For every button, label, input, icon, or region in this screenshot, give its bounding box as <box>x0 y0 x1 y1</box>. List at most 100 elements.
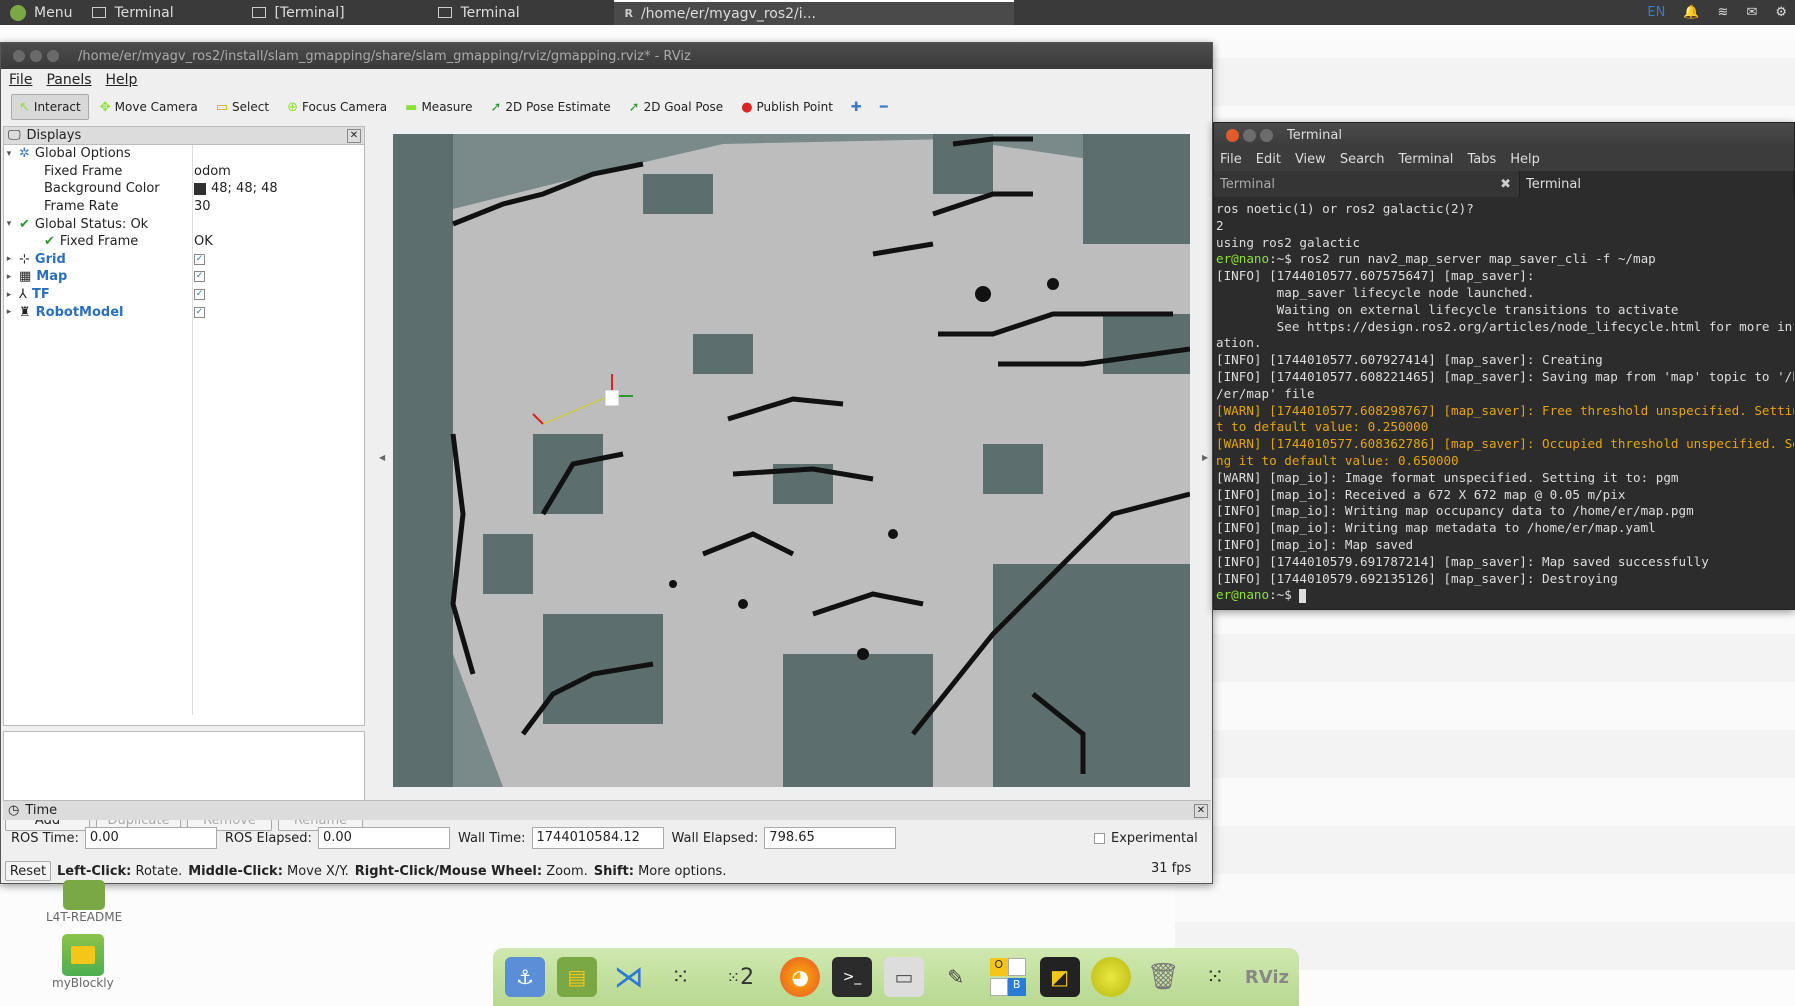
terminal-menu-help[interactable]: Help <box>1510 152 1540 167</box>
tree-row-global-options[interactable]: ▾ ✲ Global Options <box>4 145 364 163</box>
ros-time-field[interactable]: 0.00 <box>84 827 217 849</box>
taskbar-window-2[interactable]: [Terminal] <box>242 0 428 25</box>
menu-help[interactable]: Help <box>106 72 138 88</box>
trash-icon[interactable]: 🗑 <box>1143 957 1183 997</box>
reset-button[interactable]: Reset <box>5 861 51 881</box>
top-panel: Menu Terminal [Terminal] Terminal R/home… <box>0 0 1795 25</box>
terminal-dock-icon[interactable]: >_ <box>832 957 873 997</box>
terminal-tab-1[interactable]: Terminal ✖ <box>1214 171 1520 197</box>
add-tool-button[interactable]: ✚ <box>844 94 869 120</box>
tree-row-fixed-frame[interactable]: Fixed Frame odom <box>4 163 364 181</box>
menu-panels[interactable]: Panels <box>46 72 91 88</box>
focus-camera-tool[interactable]: ⊕ Focus Camera <box>280 94 394 120</box>
collapse-arrow-icon[interactable]: ▸ <box>4 290 14 300</box>
menu-button[interactable]: Menu <box>0 0 82 25</box>
close-window-icon[interactable] <box>13 50 25 62</box>
3d-viewport[interactable] <box>393 134 1190 787</box>
close-tab-icon[interactable]: ✖ <box>1500 177 1511 192</box>
text-editor-icon[interactable]: ✎ <box>936 957 976 997</box>
expand-arrow-icon[interactable]: ▾ <box>4 219 14 229</box>
firefox-icon[interactable]: ◕ <box>780 957 821 997</box>
terminal-titlebar[interactable]: Terminal <box>1214 123 1794 147</box>
app-grid-icon[interactable]: ⁙ <box>661 957 701 997</box>
anchor-app-icon[interactable]: ⚓ <box>504 957 545 997</box>
collapse-arrow-icon[interactable]: ▸ <box>4 272 14 282</box>
tree-row-tf[interactable]: ▸ ⅄ TF ✓ <box>4 286 364 304</box>
publish-point-tool[interactable]: ● Publish Point <box>734 94 840 120</box>
monitor-dock-icon[interactable]: ◩ <box>1039 957 1080 997</box>
maximize-window-icon[interactable] <box>47 50 59 62</box>
close-window-icon[interactable] <box>1226 128 1239 142</box>
collapse-arrow-icon[interactable]: ▸ <box>4 307 14 317</box>
ros-elapsed-field[interactable]: 0.00 <box>317 827 450 849</box>
collapse-right-icon[interactable]: ▶ <box>1202 453 1208 462</box>
workspace-switcher-icon[interactable]: ⁙ 2 <box>712 957 768 997</box>
rviz-titlebar[interactable]: /home/er/myagv_ros2/install/slam_gmappin… <box>1 43 1212 69</box>
tree-row-global-status[interactable]: ▾ ✔ Global Status: Ok <box>4 215 364 233</box>
experimental-checkbox[interactable] <box>1094 833 1105 844</box>
expand-arrow-icon[interactable]: ▾ <box>4 149 14 159</box>
blockly-dock-icon[interactable]: ▤ <box>556 957 597 997</box>
measure-tool[interactable]: ▬ Measure <box>398 94 479 120</box>
enable-checkbox[interactable]: ✓ <box>194 253 205 265</box>
tree-row-frame-rate[interactable]: Frame Rate 30 <box>4 198 364 216</box>
enable-checkbox[interactable]: ✓ <box>194 306 205 318</box>
close-panel-icon[interactable]: ✕ <box>347 128 361 143</box>
rviz-dock-icon[interactable]: RViz <box>1245 957 1289 997</box>
check-icon: ✔ <box>19 216 30 232</box>
desktop-icon-myblockly[interactable]: myBlockly <box>52 934 114 990</box>
terminal-line: [INFO] [1744010577.608221465] [map_saver… <box>1216 368 1794 384</box>
move-camera-tool[interactable]: ✥ Move Camera <box>93 94 205 120</box>
minimize-window-icon[interactable] <box>1243 128 1256 142</box>
terminal-menu-edit[interactable]: Edit <box>1256 152 1281 167</box>
taskbar-window-1[interactable]: Terminal <box>82 0 242 25</box>
enable-checkbox[interactable]: ✓ <box>194 271 205 283</box>
desktop-icon-l4t-readme[interactable]: L4T-README <box>46 880 122 924</box>
taskbar-window-3[interactable]: Terminal <box>428 0 614 25</box>
terminal-line: [INFO] [map_io]: Writing map metadata to… <box>1216 520 1656 536</box>
remove-tool-button[interactable]: ━ <box>873 94 895 120</box>
terminal-menu-search[interactable]: Search <box>1340 152 1385 167</box>
office-suite-icon[interactable]: OB <box>988 957 1028 997</box>
fps-counter: 31 fps <box>1151 861 1192 876</box>
wall-elapsed-field[interactable]: 798.65 <box>764 827 897 849</box>
tree-row-map[interactable]: ▸ ▦ Map ✓ <box>4 268 364 286</box>
terminal-menu-terminal[interactable]: Terminal <box>1398 152 1453 167</box>
tree-row-status-fixed-frame[interactable]: ✔ Fixed Frame OK <box>4 233 364 251</box>
tree-row-grid[interactable]: ▸ ⊹ Grid ✓ <box>4 251 364 269</box>
minimize-window-icon[interactable] <box>30 50 42 62</box>
close-panel-icon[interactable]: ✕ <box>1194 803 1208 818</box>
keyboard-layout-indicator[interactable]: EN <box>1647 5 1665 20</box>
select-tool[interactable]: ▭ Select <box>209 94 276 120</box>
terminal-menu-view[interactable]: View <box>1295 152 1326 167</box>
experimental-option[interactable]: Experimental <box>1094 831 1198 846</box>
app-grid-icon-2[interactable]: ⁙ <box>1195 957 1235 997</box>
wall-time-field[interactable]: 1744010584.12 <box>531 827 664 849</box>
vscode-icon[interactable]: ⋊ <box>609 957 649 997</box>
notification-bell-icon[interactable]: 🔔 <box>1683 5 1699 20</box>
settings-gear-icon[interactable]: ⚙ <box>1775 5 1787 20</box>
menu-file[interactable]: File <box>9 72 32 88</box>
terminal-output[interactable]: ros noetic(1) or ros2 galactic(2)? 2 using… <box>1214 197 1794 609</box>
goal-pose-tool[interactable]: ➚ 2D Goal Pose <box>622 94 731 120</box>
tree-row-background-color[interactable]: Background Color 48; 48; 48 <box>4 180 364 198</box>
terminal-tab-2[interactable]: Terminal <box>1520 171 1794 197</box>
rviz-window-title: /home/er/myagv_ros2/install/slam_gmappin… <box>78 48 691 64</box>
mail-icon[interactable]: ✉ <box>1746 5 1757 20</box>
interact-tool[interactable]: ↖ Interact <box>11 94 89 120</box>
pose-estimate-tool[interactable]: ➚ 2D Pose Estimate <box>483 94 617 120</box>
terminal-prompt-line[interactable]: er@nano:~$ <box>1216 587 1792 604</box>
color-swatch[interactable] <box>194 182 206 195</box>
terminal-menu-tabs[interactable]: Tabs <box>1467 152 1496 167</box>
tree-row-robotmodel[interactable]: ▸ ♜ RobotModel ✓ <box>4 303 364 321</box>
terminal-menu-file[interactable]: File <box>1220 152 1242 167</box>
file-manager-icon[interactable]: ▭ <box>883 957 924 997</box>
collapse-arrow-icon[interactable]: ▸ <box>4 254 14 264</box>
enable-checkbox[interactable]: ✓ <box>194 289 205 301</box>
terminal-window-icon <box>438 7 453 18</box>
yellow-circle-icon[interactable] <box>1091 957 1132 997</box>
wifi-icon[interactable]: ≋ <box>1718 5 1729 20</box>
taskbar-window-4[interactable]: R/home/er/myagv_ros2/i... <box>614 0 1015 25</box>
collapse-left-icon[interactable]: ◀ <box>379 453 385 462</box>
maximize-window-icon[interactable] <box>1260 128 1273 142</box>
